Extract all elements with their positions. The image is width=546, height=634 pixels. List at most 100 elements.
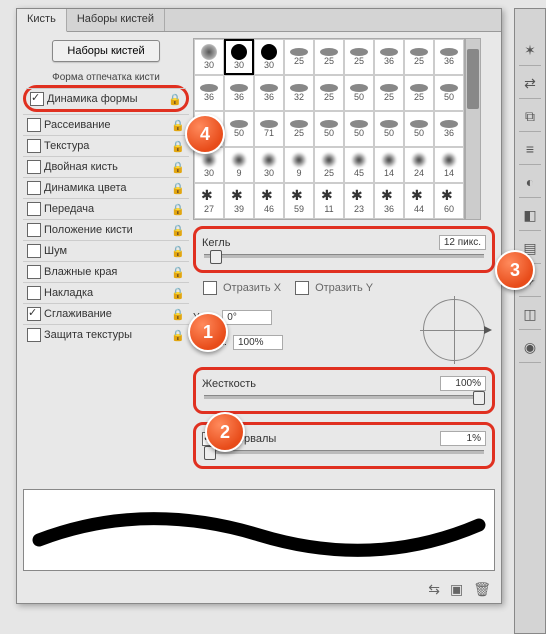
angle-value[interactable]: 0°: [222, 310, 272, 325]
option-9[interactable]: Накладка🔒: [23, 282, 189, 303]
trash-icon[interactable]: 🗑: [473, 581, 491, 598]
brush-cell[interactable]: 25: [344, 39, 374, 75]
brush-cell[interactable]: 50: [434, 75, 464, 111]
option-label: Динамика формы: [47, 93, 137, 105]
new-preset-icon[interactable]: ▣: [450, 581, 463, 598]
size-label: Кегль: [202, 237, 230, 249]
option-check[interactable]: [30, 92, 44, 106]
brush-cell[interactable]: 36: [194, 75, 224, 111]
tab-brush[interactable]: Кисть: [17, 9, 67, 32]
brush-cell[interactable]: ✱11: [314, 183, 344, 219]
brush-cell[interactable]: 14: [434, 147, 464, 183]
presets-button[interactable]: Наборы кистей: [52, 40, 159, 62]
option-check[interactable]: [27, 202, 41, 216]
option-0[interactable]: Динамика формы🔒: [26, 88, 186, 109]
shape-value[interactable]: 100%: [233, 335, 283, 350]
panel-footer: ⇆ ▣ 🗑: [17, 577, 501, 602]
brush-cell[interactable]: 25: [314, 75, 344, 111]
brush-cell[interactable]: 25: [284, 111, 314, 147]
brush-cell[interactable]: 71: [254, 111, 284, 147]
brush-cell[interactable]: 36: [434, 111, 464, 147]
brush-grid[interactable]: 3030302525253625363636363225502525502550…: [193, 38, 465, 220]
option-4[interactable]: Динамика цвета🔒: [23, 177, 189, 198]
brush-cell[interactable]: 50: [374, 111, 404, 147]
size-slider[interactable]: [204, 254, 484, 258]
hardness-label: Жесткость: [202, 378, 256, 390]
option-2[interactable]: Текстура🔒: [23, 135, 189, 156]
spacing-value[interactable]: 1%: [440, 431, 486, 446]
brush-cell[interactable]: 32: [284, 75, 314, 111]
brush-cell[interactable]: 14: [374, 147, 404, 183]
brush-cell[interactable]: 25: [284, 39, 314, 75]
hardness-value[interactable]: 100%: [440, 376, 486, 391]
flip-x[interactable]: Отразить X: [203, 281, 281, 295]
option-1[interactable]: Рассеивание🔒: [23, 114, 189, 135]
option-7[interactable]: Шум🔒: [23, 240, 189, 261]
flip-y[interactable]: Отразить Y: [295, 281, 373, 295]
option-8[interactable]: Влажные края🔒: [23, 261, 189, 282]
brush-cell[interactable]: ✱39: [224, 183, 254, 219]
color-icon[interactable]: ◧: [519, 204, 541, 231]
brush-cell[interactable]: 36: [254, 75, 284, 111]
hardness-slider[interactable]: [204, 395, 484, 399]
brush-cell[interactable]: ✱60: [434, 183, 464, 219]
brush-cell[interactable]: 50: [344, 75, 374, 111]
brushes-icon[interactable]: ✶: [519, 39, 541, 66]
swap-icon[interactable]: ⇄: [519, 72, 541, 99]
info-icon[interactable]: ◐: [519, 171, 541, 198]
option-10[interactable]: Сглаживание🔒: [23, 303, 189, 324]
brush-cell[interactable]: 50: [224, 111, 254, 147]
callout-3: 3: [495, 250, 535, 290]
3d-icon[interactable]: ◫: [519, 303, 541, 330]
brush-cell[interactable]: 50: [314, 111, 344, 147]
option-6[interactable]: Положение кисти🔒: [23, 219, 189, 240]
option-check[interactable]: [27, 139, 41, 153]
option-check[interactable]: [27, 286, 41, 300]
brush-cell[interactable]: 25: [314, 39, 344, 75]
brush-cell[interactable]: 25: [374, 75, 404, 111]
brush-cell[interactable]: ✱44: [404, 183, 434, 219]
brush-cell[interactable]: 30: [254, 39, 284, 75]
option-5[interactable]: Передача🔒: [23, 198, 189, 219]
brush-grid-scrollbar[interactable]: [465, 38, 481, 220]
brush-cell[interactable]: ✱27: [194, 183, 224, 219]
menu-icon[interactable]: ≡: [519, 138, 541, 165]
brush-cell[interactable]: 24: [404, 147, 434, 183]
size-value[interactable]: 12 пикс.: [439, 235, 486, 250]
option-check[interactable]: [27, 160, 41, 174]
option-check[interactable]: [27, 244, 41, 258]
brush-cell[interactable]: 30: [224, 39, 254, 75]
brush-cell[interactable]: 50: [344, 111, 374, 147]
option-check[interactable]: [27, 328, 41, 342]
brush-cell[interactable]: ✱23: [344, 183, 374, 219]
brush-cell[interactable]: 9: [284, 147, 314, 183]
tab-presets[interactable]: Наборы кистей: [67, 9, 165, 31]
brush-cell[interactable]: ✱36: [374, 183, 404, 219]
option-3[interactable]: Двойная кисть🔒: [23, 156, 189, 177]
brush-cell[interactable]: 25: [404, 75, 434, 111]
option-check[interactable]: [27, 265, 41, 279]
brush-cell[interactable]: 25: [314, 147, 344, 183]
brush-cell[interactable]: 36: [434, 39, 464, 75]
brush-cell[interactable]: 30: [194, 39, 224, 75]
clone-icon[interactable]: ⧉: [519, 105, 541, 132]
spacing-slider[interactable]: [204, 450, 484, 454]
brush-cell[interactable]: 50: [404, 111, 434, 147]
brush-cell[interactable]: ✱46: [254, 183, 284, 219]
option-check[interactable]: [27, 307, 41, 321]
brush-cell[interactable]: 25: [404, 39, 434, 75]
option-label: Двойная кисть: [44, 161, 118, 173]
brush-cell[interactable]: 36: [224, 75, 254, 111]
toggle-preview-icon[interactable]: ⇆: [428, 581, 440, 598]
angle-widget[interactable]: [423, 299, 485, 361]
option-11[interactable]: Защита текстуры🔒: [23, 324, 189, 345]
option-check[interactable]: [27, 181, 41, 195]
brush-cell[interactable]: 30: [254, 147, 284, 183]
brush-cell[interactable]: 9: [224, 147, 254, 183]
adjust-icon[interactable]: ◉: [519, 336, 541, 363]
option-check[interactable]: [27, 118, 41, 132]
brush-cell[interactable]: 36: [374, 39, 404, 75]
brush-cell[interactable]: ✱59: [284, 183, 314, 219]
brush-cell[interactable]: 45: [344, 147, 374, 183]
option-check[interactable]: [27, 223, 41, 237]
